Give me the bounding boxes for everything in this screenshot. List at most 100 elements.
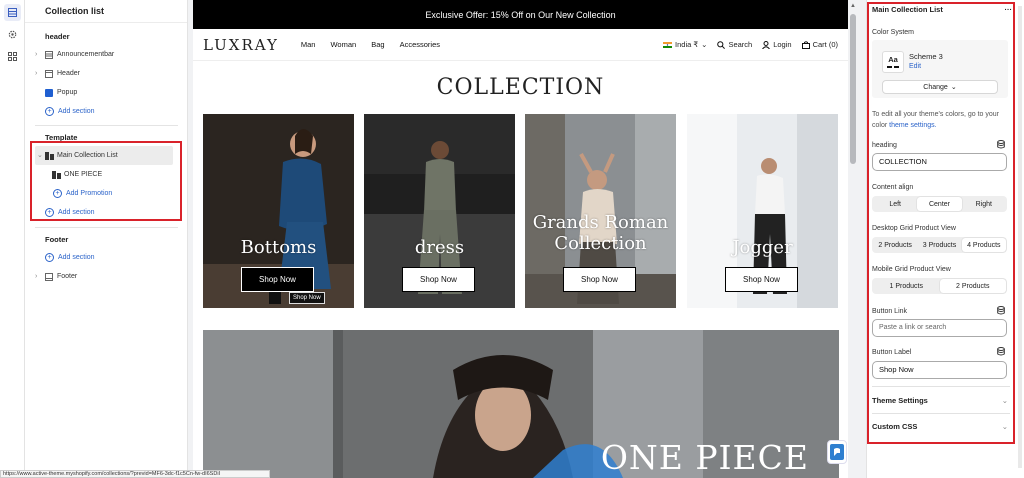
theme-settings-link[interactable]: theme settings. — [889, 122, 936, 129]
section-header[interactable]: › Header — [25, 64, 188, 83]
mobile-grid-2-option[interactable]: 2 Products — [939, 279, 1006, 293]
footer-group: Footer + Add section › Footer — [25, 232, 188, 286]
login-link[interactable]: Login — [762, 40, 792, 49]
nav-link-bag[interactable]: Bag — [371, 40, 384, 49]
section-announcementbar[interactable]: › Announcementbar — [25, 45, 188, 64]
collection-card[interactable]: Grands Roman Collection Shop Now — [525, 114, 676, 308]
add-section-button-footer[interactable]: + Add section — [25, 248, 188, 267]
desktop-grid-3-option[interactable]: 3 Products — [917, 238, 961, 252]
plus-circle-icon: + — [45, 253, 54, 262]
dynamic-source-icon[interactable] — [997, 306, 1005, 315]
card-title: Grands Roman Collection — [532, 212, 669, 254]
chevron-right-icon[interactable]: › — [35, 45, 45, 64]
scheme-swatches — [883, 66, 903, 68]
chevron-right-icon[interactable]: › — [35, 267, 45, 286]
settings-gear-icon[interactable] — [4, 26, 21, 43]
tooltip: Shop Now — [289, 292, 325, 304]
custom-css-collapsible[interactable]: Custom CSS ⌄ — [872, 422, 1008, 431]
color-system-label: Color System — [872, 29, 915, 36]
section-label: Announcementbar — [57, 51, 115, 58]
color-help-text: To edit all your theme's colors, go to y… — [872, 109, 1010, 131]
mobile-grid-label: Mobile Grid Product View — [872, 266, 951, 273]
heading-input[interactable]: COLLECTION — [872, 153, 1007, 171]
mobile-grid-1-option[interactable]: 1 Products — [873, 279, 940, 293]
store-header: LUXRAY Man Woman Bag Accessories India ₹… — [193, 29, 848, 61]
button-label-input[interactable]: Shop Now — [872, 361, 1007, 379]
desktop-grid-4-option[interactable]: 4 Products — [961, 238, 1006, 252]
collection-card[interactable]: dress Shop Now — [364, 114, 515, 308]
preview-scrollbar[interactable]: ▲ — [848, 0, 858, 478]
nav-link-woman[interactable]: Woman — [330, 40, 356, 49]
login-label: Login — [773, 40, 792, 49]
color-scheme-card: Aa Scheme 3 Edit Change ⌄ — [872, 40, 1008, 98]
chevron-right-icon[interactable]: › — [35, 64, 45, 83]
scheme-aa: Aa — [888, 55, 898, 64]
scheme-edit-link[interactable]: Edit — [909, 63, 921, 70]
shop-now-button[interactable]: Shop Now — [402, 267, 475, 292]
announcement-bar[interactable]: Exclusive Offer: 15% Off on Our New Coll… — [193, 0, 848, 29]
shop-now-button[interactable]: Shop Now — [563, 267, 636, 292]
search-link[interactable]: Search — [717, 40, 752, 49]
group-title-header: header — [45, 32, 70, 41]
dynamic-source-icon[interactable] — [997, 140, 1005, 149]
align-right-option[interactable]: Right — [962, 197, 1006, 211]
cart-link[interactable]: Cart (0) — [801, 40, 838, 49]
theme-settings-collapsible[interactable]: Theme Settings ⌄ — [872, 396, 1008, 405]
chat-widget-icon[interactable] — [827, 440, 847, 464]
add-section-button-header[interactable]: + Add section — [25, 102, 188, 121]
section-popup[interactable]: Popup — [25, 83, 188, 102]
search-icon — [717, 40, 726, 49]
align-left-option[interactable]: Left — [873, 197, 917, 211]
collection-card[interactable]: Bottoms Shop Now — [203, 114, 354, 308]
chevron-down-icon: ⌄ — [1001, 422, 1008, 431]
align-center-option[interactable]: Center — [917, 197, 962, 211]
region-label: India ₹ — [675, 40, 699, 49]
scheme-name: Scheme 3 — [909, 52, 943, 61]
scroll-up-arrow-icon[interactable]: ▲ — [850, 3, 856, 9]
section-label: Header — [57, 70, 80, 77]
sections-panel: Collection list header › Announcementbar… — [25, 0, 188, 478]
search-label: Search — [728, 40, 753, 49]
flag-india-icon — [663, 41, 673, 48]
card-title: dress — [414, 237, 465, 258]
section-label: Popup — [57, 89, 78, 96]
panel-title: Collection list — [25, 0, 187, 23]
button-link-input[interactable]: Paste a link or search — [872, 319, 1007, 337]
custom-css-label: Custom CSS — [872, 422, 918, 431]
scheme-preview: Aa — [882, 51, 904, 73]
desktop-grid-toggle: 2 Products 3 Products 4 Products — [872, 237, 1007, 253]
change-scheme-button[interactable]: Change ⌄ — [882, 80, 998, 94]
content-align-label: Content align — [872, 184, 914, 191]
nav-link-accessories[interactable]: Accessories — [400, 40, 440, 49]
region-selector[interactable]: India ₹ ⌄ — [663, 40, 707, 49]
sections-icon[interactable] — [3, 4, 21, 21]
header-layout-icon — [45, 69, 57, 78]
more-options-icon[interactable]: ··· — [1005, 5, 1013, 14]
section-label: Footer — [57, 273, 78, 280]
add-section-label: Add section — [58, 254, 95, 261]
dynamic-source-icon[interactable] — [997, 347, 1005, 356]
header-actions: India ₹ ⌄ Search Login Cart (0) — [663, 40, 838, 49]
nav-link-man[interactable]: Man — [301, 40, 316, 49]
divider — [35, 125, 178, 126]
left-rail — [0, 0, 25, 478]
apps-grid-icon[interactable] — [4, 48, 21, 65]
section-footer[interactable]: › Footer — [25, 267, 188, 286]
chevron-down-icon: ⌄ — [701, 40, 708, 49]
announcement-bar-icon — [45, 50, 57, 59]
banner-title: ONE PIECE — [600, 438, 809, 477]
shop-now-button[interactable]: Shop Now — [725, 267, 798, 292]
store-logo[interactable]: LUXRAY — [203, 36, 279, 54]
one-piece-banner[interactable]: ONE PIECE — [203, 330, 839, 478]
settings-scrollbar[interactable] — [1018, 6, 1022, 468]
desktop-grid-2-option[interactable]: 2 Products — [873, 238, 917, 252]
shop-now-button[interactable]: Shop Now — [241, 267, 314, 292]
settings-panel: Main Collection List ··· Color System Aa… — [866, 0, 1024, 478]
card-title: Bottoms — [240, 237, 317, 258]
cart-label: Cart (0) — [812, 40, 838, 49]
collection-cards: Bottoms Shop Now dress Shop Now Grands R… — [203, 114, 839, 308]
footer-layout-icon — [45, 272, 57, 281]
collection-card[interactable]: Jogger Shop Now — [687, 114, 838, 308]
chevron-down-icon: ⌄ — [950, 84, 957, 91]
preview-scroll-thumb[interactable] — [850, 14, 856, 164]
